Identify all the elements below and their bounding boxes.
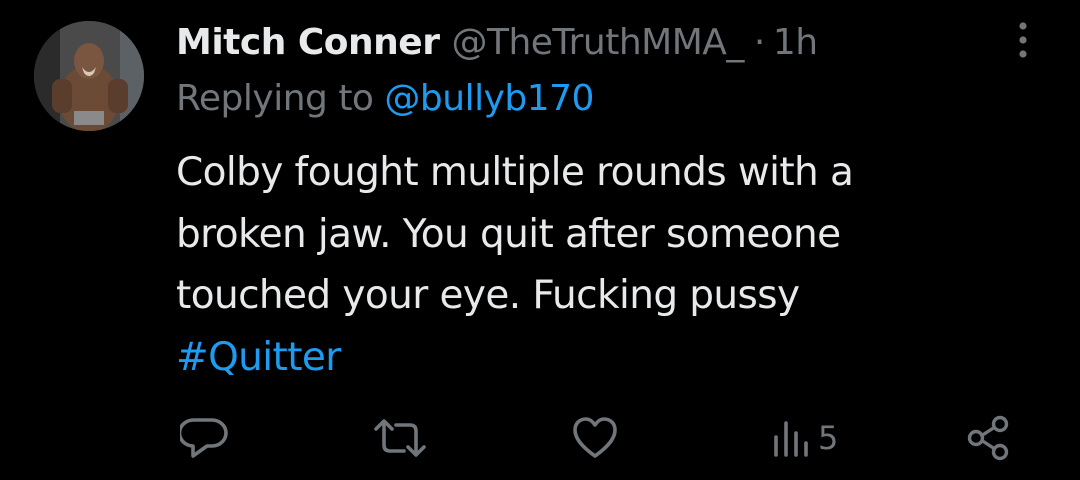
reply-button[interactable]: [180, 412, 230, 464]
replying-to-label: Replying to: [176, 78, 385, 119]
share-button[interactable]: [966, 412, 1010, 464]
timestamp[interactable]: 1h: [773, 22, 818, 63]
views-icon: [774, 421, 808, 457]
replying-to: Replying to @bullyb170: [176, 78, 594, 119]
views-count: 5: [818, 419, 839, 457]
like-button[interactable]: [572, 412, 618, 464]
tweet-text-line: Colby fought multiple rounds with a: [176, 150, 854, 195]
more-vertical-icon: [1019, 22, 1027, 58]
views-button[interactable]: 5: [772, 412, 838, 464]
author-display-name[interactable]: Mitch Conner: [176, 22, 440, 63]
avatar-image: [34, 21, 144, 131]
share-icon: [967, 415, 1009, 461]
hashtag-link[interactable]: #Quitter: [176, 327, 1036, 389]
retweet-button[interactable]: [372, 412, 428, 464]
tweet-text: Colby fought multiple rounds with a brok…: [176, 142, 1036, 388]
more-options-button[interactable]: [1003, 18, 1043, 62]
author-handle[interactable]: @TheTruthMMA_: [451, 22, 744, 63]
retweet-icon: [374, 419, 426, 457]
tweet-text-line: touched your eye. Fucking pussy: [176, 273, 800, 318]
tweet-header: Mitch Conner @TheTruthMMA_ · 1h: [176, 14, 818, 70]
avatar[interactable]: [34, 21, 144, 131]
tweet[interactable]: Mitch Conner @TheTruthMMA_ · 1h Replying…: [0, 0, 1080, 480]
like-icon: [573, 417, 617, 458]
reply-icon: [180, 418, 228, 458]
tweet-text-line: broken jaw. You quit after someone: [176, 211, 841, 257]
header-separator: ·: [753, 21, 765, 63]
reply-to-handle-link[interactable]: @bullyb170: [384, 78, 594, 119]
